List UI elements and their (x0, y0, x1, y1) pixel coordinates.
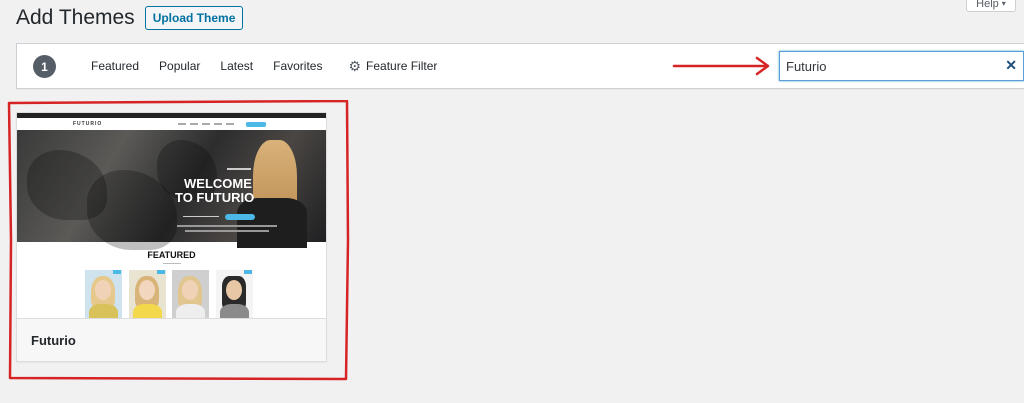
filter-link-popular[interactable]: Popular (159, 59, 200, 73)
close-icon[interactable]: ✕ (1005, 57, 1017, 74)
upload-theme-button[interactable]: Upload Theme (144, 6, 244, 30)
filter-links: Featured Popular Latest Favorites ⚙ Feat… (91, 44, 437, 88)
filter-link-favorites[interactable]: Favorites (273, 59, 322, 73)
search-box: ✕ (779, 51, 1024, 81)
feature-filter-button[interactable]: ⚙ Feature Filter (348, 59, 437, 73)
theme-count-badge: 1 (33, 55, 56, 78)
help-label: Help (976, 0, 999, 10)
page-header: Add Themes Upload Theme (16, 6, 244, 30)
annotation-arrow (672, 56, 770, 76)
theme-filter-bar: 1 Featured Popular Latest Favorites ⚙ Fe… (16, 43, 1024, 89)
theme-search-input[interactable] (780, 52, 990, 80)
feature-filter-label: Feature Filter (366, 59, 438, 73)
chevron-down-icon: ▾ (1001, 0, 1006, 8)
filter-link-latest[interactable]: Latest (220, 59, 253, 73)
gear-icon: ⚙ (348, 58, 362, 74)
page-title: Add Themes (16, 6, 135, 29)
annotation-highlight-box (7, 100, 350, 381)
filter-link-featured[interactable]: Featured (91, 59, 139, 73)
help-tab[interactable]: Help ▾ (966, 0, 1016, 12)
